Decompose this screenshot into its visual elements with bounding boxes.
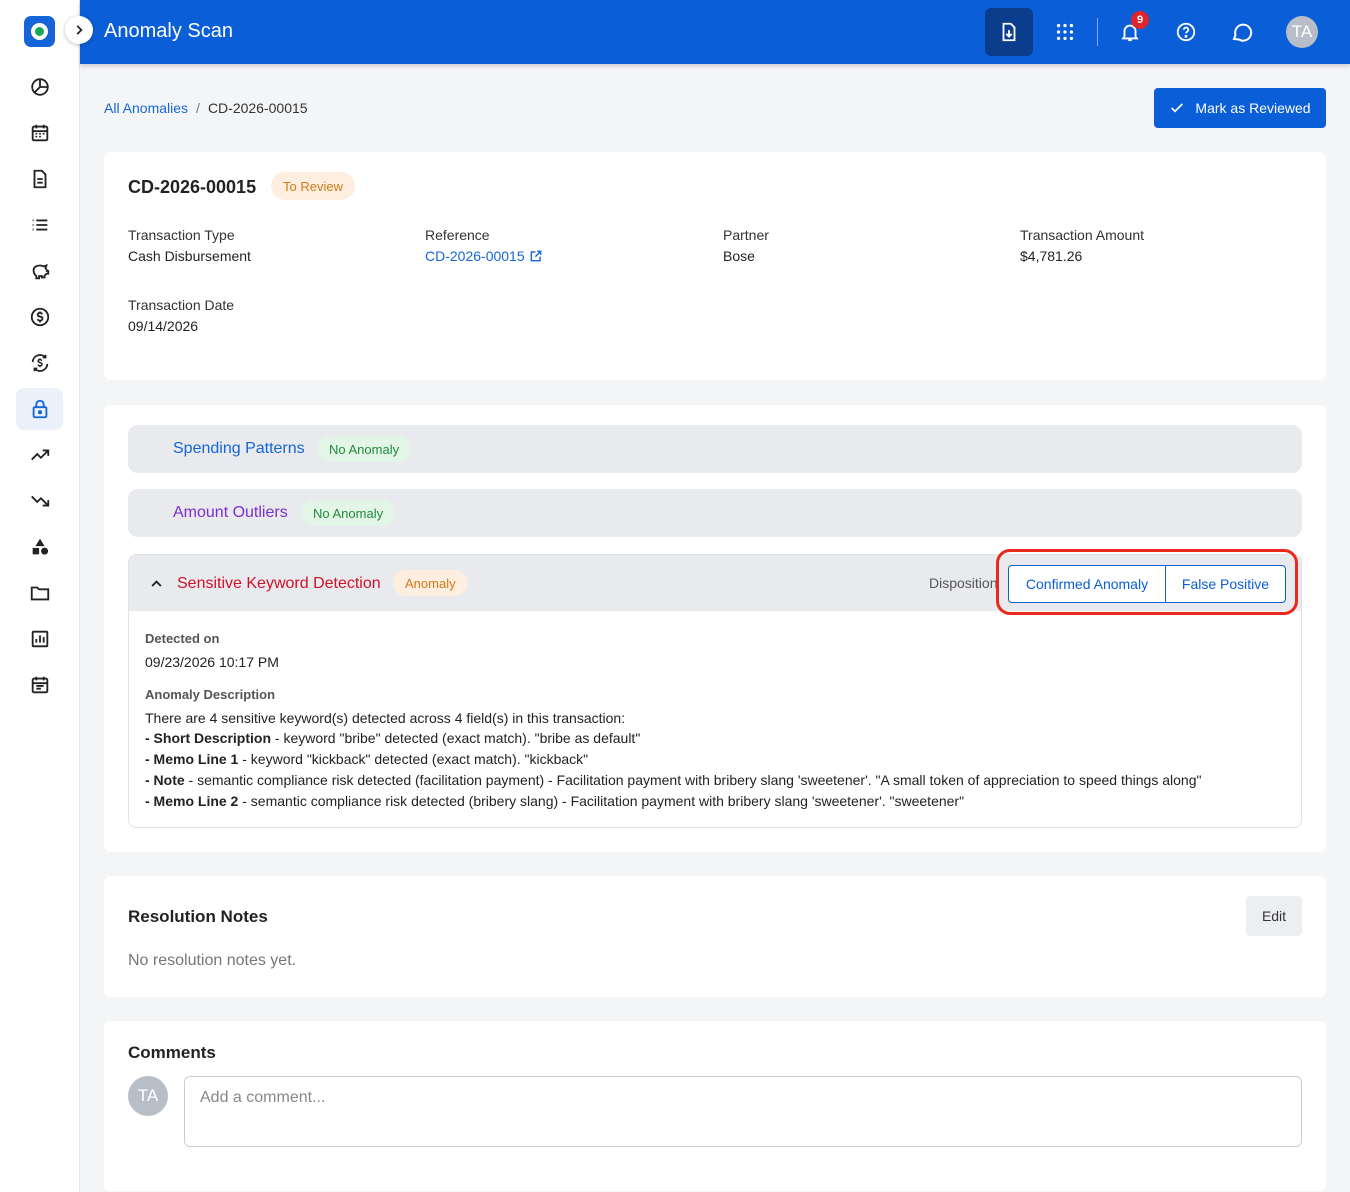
open-in-new-icon [530, 250, 541, 262]
partner-label: Partner [723, 227, 769, 243]
accordion-sensitive-keyword-detection: Sensitive Keyword Detection Anomaly Disp… [128, 554, 1302, 828]
accordion-amount-outliers[interactable]: Amount Outliers No Anomaly [128, 489, 1302, 537]
shapes-icon [32, 538, 48, 555]
comments-title: Comments [128, 1043, 216, 1062]
transaction-date-label: Transaction Date [128, 297, 235, 313]
breadcrumb: All Anomalies / CD-2026-00015 [104, 100, 308, 116]
description-item: - Short Description - keyword "bribe" de… [145, 730, 641, 746]
help-icon [1176, 22, 1196, 42]
sidebar-item-trending-down[interactable] [16, 480, 63, 522]
chevron-up-icon[interactable] [149, 576, 164, 591]
transaction-summary-card: CD-2026-00015 To Review Transaction Type… [104, 152, 1326, 380]
export-button[interactable] [985, 8, 1033, 56]
spending-patterns-status-badge: No Anomaly [317, 436, 412, 462]
false-positive-button[interactable]: False Positive [1165, 565, 1286, 603]
event-note-icon [31, 676, 48, 694]
header-divider [1097, 18, 1098, 46]
transaction-amount-label: Transaction Amount [1020, 227, 1144, 243]
sidebar-item-savings[interactable] [16, 250, 63, 292]
sidebar-item-calendar[interactable] [16, 112, 63, 154]
notifications-button[interactable]: 9 [1106, 8, 1154, 56]
download-document-icon [1002, 22, 1016, 42]
chat-button[interactable] [1218, 8, 1266, 56]
avatar: TA [128, 1076, 168, 1116]
chevron-right-icon [76, 25, 83, 35]
transaction-type-label: Transaction Type [128, 227, 235, 243]
reference-link[interactable]: CD-2026-00015 [425, 248, 543, 264]
spending-patterns-title: Spending Patterns [173, 440, 305, 457]
detected-on-value: 09/23/2026 10:17 PM [145, 654, 279, 670]
sidebar-expand-button[interactable] [65, 16, 93, 44]
lock-icon [32, 399, 47, 419]
sidebar-item-exchange[interactable] [16, 342, 63, 384]
anomaly-description-intro: There are 4 sensitive keyword(s) detecte… [145, 710, 626, 726]
accordion-spending-patterns[interactable]: Spending Patterns No Anomaly [128, 425, 1302, 473]
resolution-notes-title: Resolution Notes [128, 907, 268, 926]
sidebar-item-payments[interactable] [16, 296, 63, 338]
transaction-date-value: 09/14/2026 [128, 318, 199, 334]
resolution-notes-empty: No resolution notes yet. [128, 952, 297, 969]
transaction-amount-value: $4,781.26 [1020, 248, 1083, 264]
breadcrumb-current: CD-2026-00015 [207, 100, 308, 116]
transaction-type-value: Cash Disbursement [128, 248, 251, 264]
breadcrumb-separator: / [196, 100, 200, 116]
check-icon [1171, 103, 1184, 113]
disposition-label: Disposition [929, 575, 998, 591]
sidebar-item-events[interactable] [16, 664, 63, 706]
chat-icon [1232, 23, 1253, 42]
app-logo[interactable] [24, 16, 55, 47]
pie-chart-icon [30, 78, 49, 96]
accordion-header[interactable]: Sensitive Keyword Detection Anomaly Disp… [129, 555, 1301, 611]
amount-outliers-status-badge: No Anomaly [301, 500, 396, 526]
document-icon [33, 169, 46, 189]
user-avatar[interactable]: TA [1286, 16, 1318, 48]
anomaly-description-label: Anomaly Description [145, 687, 276, 702]
sidebar-item-trending-up[interactable] [16, 434, 63, 476]
reference-label: Reference [425, 227, 490, 243]
mark-as-reviewed-button[interactable]: Mark as Reviewed [1154, 88, 1326, 128]
breadcrumb-all-anomalies-link[interactable]: All Anomalies [104, 100, 188, 116]
confirmed-anomaly-button[interactable]: Confirmed Anomaly [1008, 565, 1166, 603]
apps-grid-icon [1056, 23, 1074, 41]
edit-resolution-button[interactable]: Edit [1246, 896, 1302, 936]
partner-value: Bose [723, 248, 755, 264]
notification-count-badge: 9 [1131, 11, 1149, 29]
detected-on-label: Detected on [145, 631, 220, 646]
top-bar: Anomaly Scan 9 TA [80, 0, 1350, 64]
calendar-icon [31, 124, 48, 142]
list-icon [32, 219, 47, 231]
sidebar-item-folders[interactable] [16, 572, 63, 614]
folder-icon [30, 586, 49, 601]
app-title: Anomaly Scan [104, 20, 233, 42]
dollar-circle-icon [30, 307, 49, 327]
reference-value: CD-2026-00015 [425, 248, 525, 264]
sensitive-keyword-title: Sensitive Keyword Detection [177, 575, 381, 592]
trending-up-icon [30, 449, 49, 461]
piggy-bank-icon [32, 264, 49, 280]
sidebar-item-anomaly-scan[interactable] [16, 388, 63, 430]
mark-as-reviewed-label: Mark as Reviewed [1195, 100, 1311, 116]
sidebar-item-documents[interactable] [16, 158, 63, 200]
sidebar [0, 0, 80, 1192]
sensitive-keyword-status-badge: Anomaly [393, 570, 468, 596]
help-button[interactable] [1162, 8, 1210, 56]
resolution-notes-card: Resolution Notes Edit No resolution note… [104, 876, 1326, 997]
comments-card: Comments TA [104, 1021, 1326, 1191]
anomaly-checks-card: Spending Patterns No Anomaly Amount Outl… [104, 405, 1326, 852]
description-item: - Memo Line 1 - keyword "kickback" detec… [145, 751, 589, 767]
sidebar-item-reports[interactable] [16, 618, 63, 660]
currency-exchange-icon [31, 354, 48, 372]
case-id-title: CD-2026-00015 [128, 177, 257, 197]
comment-input[interactable] [184, 1076, 1302, 1147]
sidebar-item-list[interactable] [16, 204, 63, 246]
trending-down-icon [30, 495, 49, 507]
sidebar-item-categories[interactable] [16, 526, 63, 568]
description-item: - Memo Line 2 - semantic compliance risk… [145, 793, 965, 809]
sidebar-item-dashboard[interactable] [16, 66, 63, 108]
status-badge: To Review [271, 172, 355, 200]
bar-chart-icon [31, 630, 48, 648]
apps-button[interactable] [1041, 8, 1089, 56]
description-item: - Note - semantic compliance risk detect… [145, 772, 1202, 788]
amount-outliers-title: Amount Outliers [173, 504, 288, 521]
